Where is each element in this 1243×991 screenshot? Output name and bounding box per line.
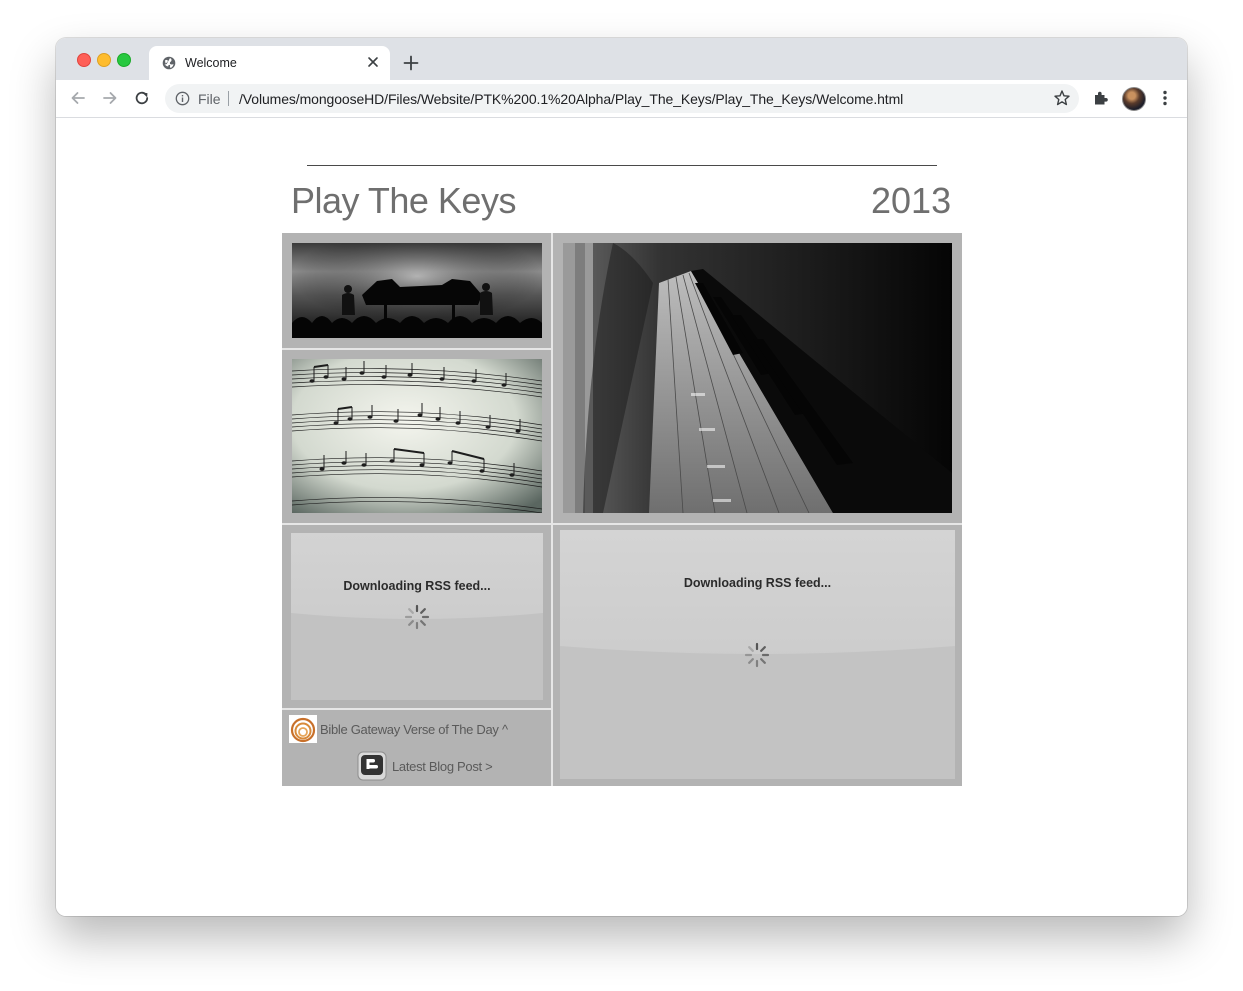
info-icon[interactable]: [175, 91, 190, 111]
tab-welcome[interactable]: Welcome: [149, 46, 390, 80]
tab-strip: Welcome: [56, 38, 1187, 80]
blogger-icon: [357, 751, 387, 781]
rss-status: Downloading RSS feed...: [683, 576, 832, 590]
grid-divider: [282, 523, 962, 525]
reload-button[interactable]: [132, 88, 152, 108]
extensions-icon[interactable]: [1091, 88, 1111, 108]
grid-divider: [551, 233, 553, 786]
address-separator: [228, 91, 229, 106]
verse-of-day-link[interactable]: Bible Gateway Verse of The Day ^: [289, 715, 508, 743]
loading-spinner-icon: [743, 641, 771, 674]
tab-title: Welcome: [185, 56, 237, 70]
forward-button[interactable]: [100, 88, 120, 108]
address-bar[interactable]: File /Volumes/mongooseHD/Files/Website/P…: [165, 84, 1079, 113]
grid-divider: [282, 708, 551, 710]
browser-window: Welcome File /Volumes/mongooseHD/Files/W…: [56, 38, 1187, 916]
bible-gateway-icon: [289, 715, 317, 743]
new-tab-button[interactable]: [401, 53, 421, 73]
back-button[interactable]: [68, 88, 88, 108]
rss-status: Downloading RSS feed...: [343, 579, 491, 593]
profile-avatar[interactable]: [1122, 87, 1146, 111]
page-viewport: Play The Keys 2013 Downloading RSS feed.…: [56, 118, 1187, 916]
menu-kebab-icon[interactable]: [1155, 88, 1175, 108]
browser-toolbar: File /Volumes/mongooseHD/Files/Website/P…: [56, 80, 1187, 118]
maximize-window-button[interactable]: [117, 53, 131, 67]
scheme-label: File: [198, 91, 221, 107]
star-icon[interactable]: [1053, 89, 1071, 112]
grid-divider: [282, 348, 551, 350]
blog-post-link[interactable]: Latest Blog Post >: [357, 751, 493, 781]
loading-spinner-icon: [403, 603, 431, 636]
arrow-right-icon: [103, 92, 117, 104]
verse-link-label[interactable]: Bible Gateway Verse of The Day ^: [320, 722, 508, 737]
header-rule: [307, 165, 937, 166]
page-year: 2013: [871, 180, 952, 221]
arrow-left-icon: [71, 92, 85, 104]
grand-pianos-photo: [292, 243, 542, 338]
rss-feed-panel: Downloading RSS feed...: [291, 533, 543, 700]
sheet-music-photo: [292, 359, 542, 513]
close-tab-icon[interactable]: [364, 53, 382, 71]
page-title: Play The Keys: [291, 180, 516, 221]
url-text[interactable]: /Volumes/mongooseHD/Files/Website/PTK%20…: [239, 91, 903, 107]
blog-link-label[interactable]: Latest Blog Post >: [392, 759, 493, 774]
content-grid: Downloading RSS feed... Downloading RSS …: [282, 233, 962, 786]
close-window-button[interactable]: [77, 53, 91, 67]
globe-icon: [162, 56, 176, 75]
rss-feed-panel: Downloading RSS feed...: [560, 530, 955, 779]
reload-icon: [135, 91, 149, 105]
minimize-window-button[interactable]: [97, 53, 111, 67]
piano-keys-photo: [563, 243, 952, 513]
